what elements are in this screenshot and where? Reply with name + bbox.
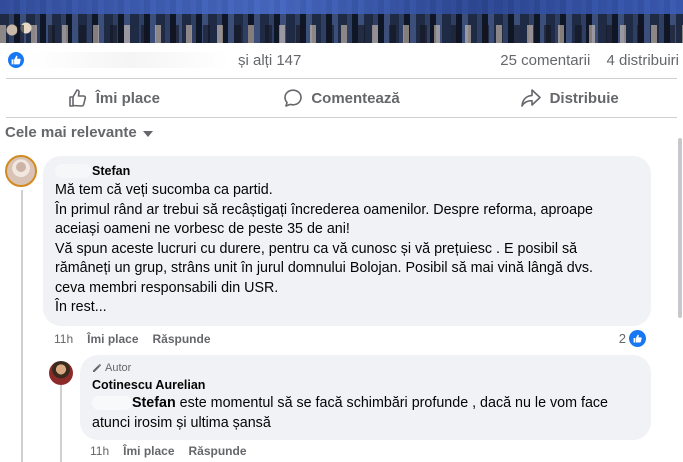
reply-line: este momentul să se facă schimbări profu…: [175, 395, 609, 411]
share-button-label: Distribuie: [549, 89, 619, 107]
comment-reaction-count[interactable]: 2: [619, 330, 646, 347]
comment-line: ceva membri responsabili din USR.: [55, 279, 279, 296]
comment-reply-link[interactable]: Răspunde: [153, 332, 211, 346]
reply-text: Stefan este momentul să se facă schimbăr…: [92, 394, 639, 433]
comment-button[interactable]: Comentează: [228, 80, 456, 116]
sort-label: Cele mai relevante: [5, 124, 137, 141]
avatar[interactable]: [5, 155, 37, 187]
reply-author-name[interactable]: Cotinescu Aurelian: [92, 378, 639, 392]
comment-author[interactable]: Stefan: [55, 163, 639, 179]
post-action-bar: Îmi place Comentează Distribuie: [0, 80, 683, 116]
comment-line: aceiași oameni ne vorbesc de peste 35 de…: [55, 221, 350, 237]
reply-reply-link[interactable]: Răspunde: [189, 444, 247, 458]
thumbs-up-icon: [68, 89, 86, 107]
reply-line: atunci irosim și ultima șansă: [92, 414, 271, 431]
divider: [6, 117, 677, 118]
post-photo[interactable]: [0, 0, 683, 43]
reactions-others-text[interactable]: și alți 147: [238, 52, 301, 69]
comment-line: Vă spun aceste lucruri cu durere, pentru…: [55, 240, 578, 257]
blurred-name: [92, 396, 132, 411]
pencil-icon: [93, 364, 101, 372]
scrollbar-thumb[interactable]: [678, 138, 682, 318]
comment-bubble-icon: [284, 89, 303, 107]
reply-bubble: Autor Cotinescu Aurelian Stefan este mom…: [80, 355, 651, 440]
thread-line: [60, 385, 62, 462]
author-badge: Autor: [92, 362, 639, 374]
reply-like-link[interactable]: Îmi place: [123, 444, 174, 458]
scrollbar[interactable]: [677, 78, 683, 462]
share-arrow-icon: [520, 89, 541, 107]
like-button-label: Îmi place: [95, 89, 160, 107]
like-button[interactable]: Îmi place: [0, 80, 228, 116]
comment-line: rămâneți un grup, strâns unit în jurul d…: [55, 260, 594, 276]
comment-timestamp[interactable]: 11h: [54, 332, 73, 346]
comments-count-link[interactable]: 25 comentarii: [500, 52, 590, 69]
shares-count-link[interactable]: 4 distribuiri: [606, 52, 679, 69]
reply-timestamp[interactable]: 11h: [90, 444, 109, 458]
comment-like-link[interactable]: Îmi place: [87, 332, 138, 346]
blurred-name: [55, 164, 91, 178]
like-reaction-icon: [629, 330, 646, 347]
reply-meta: 11h Îmi place Răspunde: [90, 444, 247, 458]
comment-text: Mă tem că veți sucomba ca partid. În pri…: [55, 181, 639, 318]
mention-tag[interactable]: Stefan: [132, 395, 176, 411]
comment-line: În primul rând ar trebui să recâștigați …: [55, 201, 593, 218]
comment-meta: 11h Îmi place Răspunde: [54, 332, 211, 346]
engagement-counts: 25 comentarii 4 distribuiri: [500, 52, 679, 69]
blurred-names: [30, 52, 230, 68]
caret-down-icon: [142, 130, 153, 137]
reactions-summary: și alți 147 25 comentarii 4 distribuiri: [0, 43, 683, 78]
thread-line: [21, 190, 23, 462]
comment-line: În rest...: [55, 299, 107, 315]
divider: [6, 78, 677, 79]
avatar[interactable]: [49, 361, 73, 385]
author-badge-label: Autor: [105, 362, 132, 374]
share-button[interactable]: Distribuie: [455, 80, 683, 116]
like-reaction-icon[interactable]: [7, 51, 25, 69]
comment-button-label: Comentează: [311, 89, 400, 107]
comment-line: Mă tem că veți sucomba ca partid.: [55, 182, 273, 198]
comment-sort-dropdown[interactable]: Cele mai relevante: [5, 124, 153, 141]
comment-author-name: Stefan: [92, 164, 131, 178]
reaction-count-number: 2: [618, 331, 626, 346]
comment-bubble: Stefan Mă tem că veți sucomba ca partid.…: [43, 156, 651, 326]
